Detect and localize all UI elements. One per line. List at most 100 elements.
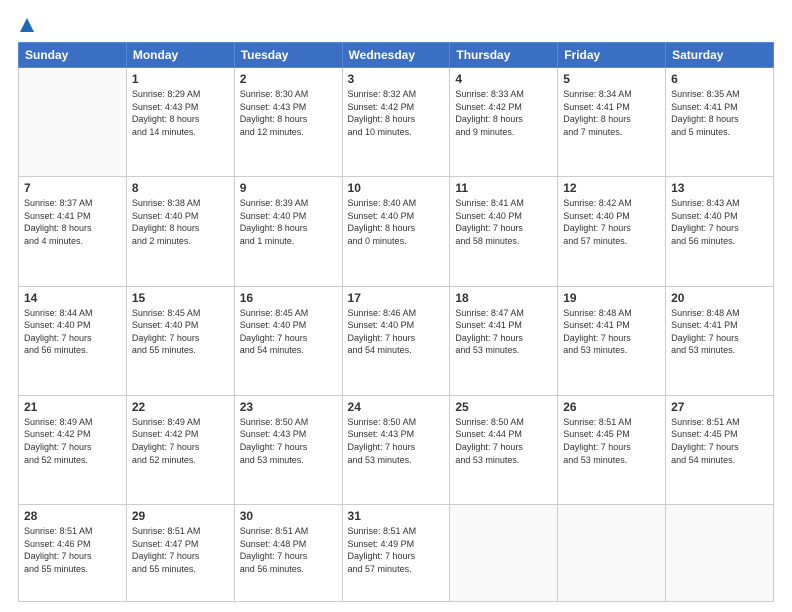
day-number: 31	[348, 509, 445, 523]
calendar-cell: 31Sunrise: 8:51 AMSunset: 4:49 PMDayligh…	[342, 505, 450, 602]
calendar-cell: 16 Sunrise: 8:45 AMSunset: 4:40 PMDayligh…	[234, 286, 342, 395]
calendar-cell: 11 Sunrise: 8:41 AMSunset: 4:40 PMDayligh…	[450, 177, 558, 286]
calendar-cell: 15 Sunrise: 8:45 AMSunset: 4:40 PMDayligh…	[126, 286, 234, 395]
day-info: Sunrise: 8:50 AMSunset: 4:44 PMDaylight:…	[455, 416, 552, 466]
day-number: 12	[563, 181, 660, 195]
day-info: Sunrise: 8:45 AMSunset: 4:40 PMDaylight:…	[240, 307, 337, 357]
day-info: Sunrise: 8:30 AMSunset: 4:43 PMDaylight:…	[240, 88, 337, 138]
calendar-week-1: 1Sunrise: 8:29 AMSunset: 4:43 PMDaylight…	[19, 68, 774, 177]
calendar-table: SundayMondayTuesdayWednesdayThursdayFrid…	[18, 42, 774, 602]
calendar-cell: 10 Sunrise: 8:40 AMSunset: 4:40 PMDayligh…	[342, 177, 450, 286]
day-info: Sunrise: 8:35 AMSunset: 4:41 PMDaylight:…	[671, 88, 768, 138]
day-info: Sunrise: 8:46 AMSunset: 4:40 PMDaylight:…	[348, 307, 445, 357]
calendar-cell: 27 Sunrise: 8:51 AMSunset: 4:45 PMDayligh…	[666, 395, 774, 504]
day-info: Sunrise: 8:43 AMSunset: 4:40 PMDaylight:…	[671, 197, 768, 247]
day-info: Sunrise: 8:48 AMSunset: 4:41 PMDaylight:…	[563, 307, 660, 357]
day-number: 16	[240, 291, 337, 305]
calendar-cell	[450, 505, 558, 602]
calendar-week-4: 21 Sunrise: 8:49 AMSunset: 4:42 PMDayligh…	[19, 395, 774, 504]
day-number: 5	[563, 72, 660, 86]
day-info: Sunrise: 8:41 AMSunset: 4:40 PMDaylight:…	[455, 197, 552, 247]
calendar-cell: 8 Sunrise: 8:38 AMSunset: 4:40 PMDaylight…	[126, 177, 234, 286]
calendar-cell: 5 Sunrise: 8:34 AMSunset: 4:41 PMDaylight…	[558, 68, 666, 177]
day-number: 6	[671, 72, 768, 86]
day-number: 17	[348, 291, 445, 305]
calendar-header-row: SundayMondayTuesdayWednesdayThursdayFrid…	[19, 43, 774, 68]
calendar-cell: 18 Sunrise: 8:47 AMSunset: 4:41 PMDayligh…	[450, 286, 558, 395]
header	[18, 18, 774, 34]
column-header-monday: Monday	[126, 43, 234, 68]
day-number: 7	[24, 181, 121, 195]
calendar-week-2: 7 Sunrise: 8:37 AMSunset: 4:41 PMDaylight…	[19, 177, 774, 286]
day-info: Sunrise: 8:42 AMSunset: 4:40 PMDaylight:…	[563, 197, 660, 247]
calendar-cell: 30 Sunrise: 8:51 AMSunset: 4:48 PMDayligh…	[234, 505, 342, 602]
calendar-cell: 28 Sunrise: 8:51 AMSunset: 4:46 PMDayligh…	[19, 505, 127, 602]
day-info: Sunrise: 8:51 AMSunset: 4:48 PMDaylight:…	[240, 525, 337, 575]
calendar-cell: 29 Sunrise: 8:51 AMSunset: 4:47 PMDayligh…	[126, 505, 234, 602]
calendar-cell: 2 Sunrise: 8:30 AMSunset: 4:43 PMDaylight…	[234, 68, 342, 177]
calendar-cell: 22 Sunrise: 8:49 AMSunset: 4:42 PMDayligh…	[126, 395, 234, 504]
column-header-friday: Friday	[558, 43, 666, 68]
calendar-cell: 1Sunrise: 8:29 AMSunset: 4:43 PMDaylight…	[126, 68, 234, 177]
day-number: 9	[240, 181, 337, 195]
day-info: Sunrise: 8:47 AMSunset: 4:41 PMDaylight:…	[455, 307, 552, 357]
calendar-cell: 26Sunrise: 8:51 AMSunset: 4:45 PMDayligh…	[558, 395, 666, 504]
day-info: Sunrise: 8:51 AMSunset: 4:46 PMDaylight:…	[24, 525, 121, 575]
day-info: Sunrise: 8:44 AMSunset: 4:40 PMDaylight:…	[24, 307, 121, 357]
day-number: 30	[240, 509, 337, 523]
calendar-cell: 25Sunrise: 8:50 AMSunset: 4:44 PMDayligh…	[450, 395, 558, 504]
day-number: 3	[348, 72, 445, 86]
day-info: Sunrise: 8:51 AMSunset: 4:45 PMDaylight:…	[671, 416, 768, 466]
calendar-cell: 9Sunrise: 8:39 AMSunset: 4:40 PMDaylight…	[234, 177, 342, 286]
day-number: 29	[132, 509, 229, 523]
day-number: 2	[240, 72, 337, 86]
calendar-cell: 7 Sunrise: 8:37 AMSunset: 4:41 PMDaylight…	[19, 177, 127, 286]
day-info: Sunrise: 8:49 AMSunset: 4:42 PMDaylight:…	[24, 416, 121, 466]
day-info: Sunrise: 8:38 AMSunset: 4:40 PMDaylight:…	[132, 197, 229, 247]
column-header-saturday: Saturday	[666, 43, 774, 68]
calendar-cell: 12 Sunrise: 8:42 AMSunset: 4:40 PMDayligh…	[558, 177, 666, 286]
calendar-cell: 20Sunrise: 8:48 AMSunset: 4:41 PMDayligh…	[666, 286, 774, 395]
day-number: 22	[132, 400, 229, 414]
day-number: 1	[132, 72, 229, 86]
calendar-cell: 13 Sunrise: 8:43 AMSunset: 4:40 PMDayligh…	[666, 177, 774, 286]
column-header-tuesday: Tuesday	[234, 43, 342, 68]
calendar-week-3: 14 Sunrise: 8:44 AMSunset: 4:40 PMDayligh…	[19, 286, 774, 395]
calendar-cell: 24 Sunrise: 8:50 AMSunset: 4:43 PMDayligh…	[342, 395, 450, 504]
day-number: 23	[240, 400, 337, 414]
day-info: Sunrise: 8:49 AMSunset: 4:42 PMDaylight:…	[132, 416, 229, 466]
day-number: 14	[24, 291, 121, 305]
day-number: 13	[671, 181, 768, 195]
day-info: Sunrise: 8:45 AMSunset: 4:40 PMDaylight:…	[132, 307, 229, 357]
day-number: 8	[132, 181, 229, 195]
day-info: Sunrise: 8:37 AMSunset: 4:41 PMDaylight:…	[24, 197, 121, 247]
day-info: Sunrise: 8:34 AMSunset: 4:41 PMDaylight:…	[563, 88, 660, 138]
day-number: 27	[671, 400, 768, 414]
page: SundayMondayTuesdayWednesdayThursdayFrid…	[0, 0, 792, 612]
day-info: Sunrise: 8:40 AMSunset: 4:40 PMDaylight:…	[348, 197, 445, 247]
calendar-cell: 21 Sunrise: 8:49 AMSunset: 4:42 PMDayligh…	[19, 395, 127, 504]
day-info: Sunrise: 8:51 AMSunset: 4:45 PMDaylight:…	[563, 416, 660, 466]
calendar-week-5: 28 Sunrise: 8:51 AMSunset: 4:46 PMDayligh…	[19, 505, 774, 602]
day-number: 11	[455, 181, 552, 195]
calendar-cell: 17 Sunrise: 8:46 AMSunset: 4:40 PMDayligh…	[342, 286, 450, 395]
calendar-cell: 14 Sunrise: 8:44 AMSunset: 4:40 PMDayligh…	[19, 286, 127, 395]
day-info: Sunrise: 8:51 AMSunset: 4:47 PMDaylight:…	[132, 525, 229, 575]
calendar-cell: 3 Sunrise: 8:32 AMSunset: 4:42 PMDaylight…	[342, 68, 450, 177]
day-number: 20	[671, 291, 768, 305]
day-number: 10	[348, 181, 445, 195]
day-info: Sunrise: 8:32 AMSunset: 4:42 PMDaylight:…	[348, 88, 445, 138]
calendar-cell	[666, 505, 774, 602]
day-number: 28	[24, 509, 121, 523]
logo-text	[18, 18, 34, 34]
day-number: 15	[132, 291, 229, 305]
day-number: 21	[24, 400, 121, 414]
calendar-cell: 23Sunrise: 8:50 AMSunset: 4:43 PMDayligh…	[234, 395, 342, 504]
day-number: 24	[348, 400, 445, 414]
calendar-cell: 4Sunrise: 8:33 AMSunset: 4:42 PMDaylight…	[450, 68, 558, 177]
day-number: 18	[455, 291, 552, 305]
day-info: Sunrise: 8:50 AMSunset: 4:43 PMDaylight:…	[348, 416, 445, 466]
column-header-wednesday: Wednesday	[342, 43, 450, 68]
day-number: 4	[455, 72, 552, 86]
calendar-cell	[558, 505, 666, 602]
